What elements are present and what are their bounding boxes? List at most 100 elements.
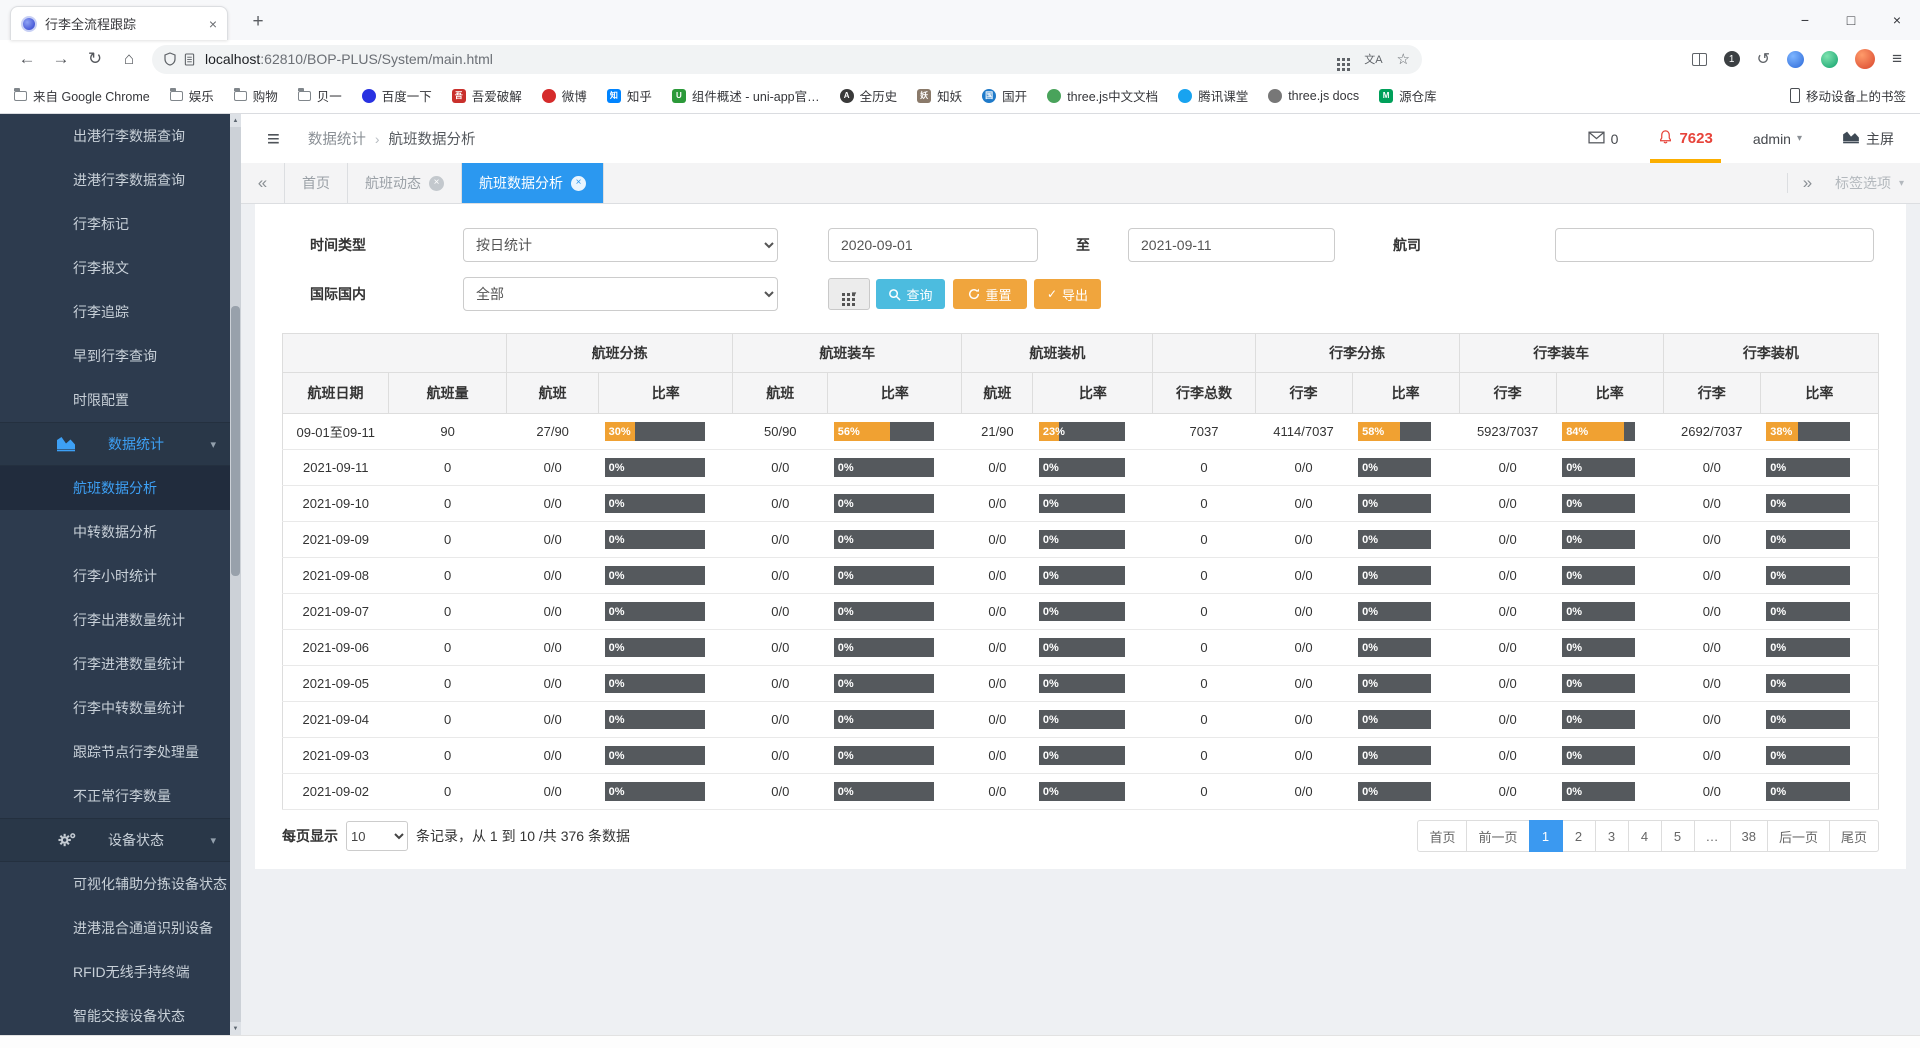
bookmark-item[interactable]: 百度一下 [362, 86, 432, 105]
export-button[interactable]: ✓ 导出 [1034, 279, 1101, 309]
sidebar-item-20[interactable]: 智能交接设备状态 [0, 994, 230, 1035]
page-button[interactable]: 尾页 [1829, 820, 1879, 852]
sidebar-scrollbar[interactable]: ▲ ▼ [230, 114, 241, 1035]
columns-toggle-button[interactable]: ▾ [828, 278, 870, 310]
scroll-down-arrow[interactable]: ▼ [230, 1022, 241, 1035]
extension-icon-green[interactable] [1821, 51, 1838, 68]
intl-domestic-select[interactable]: 全部 [463, 277, 778, 311]
bookmark-item[interactable]: three.js中文文档 [1047, 86, 1158, 105]
page-button[interactable]: 首页 [1417, 820, 1467, 852]
notification-badge[interactable]: 1 [1724, 51, 1740, 67]
page-button[interactable]: 1 [1529, 820, 1563, 852]
page-button[interactable]: 前一页 [1466, 820, 1529, 852]
search-button[interactable]: 查询 [876, 279, 945, 309]
back-button[interactable]: ← [10, 44, 44, 74]
page-button[interactable]: … [1694, 820, 1731, 852]
sidebar-section-16[interactable]: 设备状态▾ [0, 818, 230, 862]
tab-home[interactable]: 首页 [285, 163, 348, 203]
tab-close-icon[interactable]: × [571, 176, 586, 191]
sidebar-item-1[interactable]: 进港行李数据查询 [0, 158, 230, 202]
page-button[interactable]: 4 [1628, 820, 1662, 852]
bookmark-item[interactable]: 吾吾爱破解 [452, 86, 522, 105]
sidebar-item-15[interactable]: 不正常行李数量 [0, 774, 230, 818]
page-button[interactable]: 38 [1730, 820, 1768, 852]
scrollbar-thumb[interactable] [231, 306, 240, 576]
favorite-star-icon[interactable]: ☆ [1397, 50, 1410, 68]
bookmark-item[interactable]: 娱乐 [170, 86, 214, 105]
maximize-button[interactable]: □ [1828, 0, 1874, 40]
time-type-select[interactable]: 按日统计 [463, 228, 778, 262]
bookmark-item[interactable]: 来自 Google Chrome [14, 86, 150, 105]
bookmark-item[interactable]: 腾讯课堂 [1178, 86, 1248, 105]
breadcrumb-parent[interactable]: 数据统计 [308, 128, 366, 149]
bookmark-item[interactable]: three.js docs [1268, 89, 1359, 103]
extension-icon-blue[interactable] [1787, 51, 1804, 68]
sidebar-item-9[interactable]: 中转数据分析 [0, 510, 230, 554]
home-button[interactable]: ⌂ [112, 44, 146, 74]
main-screen-button[interactable]: 主屏 [1842, 114, 1894, 163]
sidebar-item-5[interactable]: 早到行李查询 [0, 334, 230, 378]
sidebar-section-7[interactable]: 数据统计▾ [0, 422, 230, 466]
bookmark-item[interactable]: 国国开 [982, 86, 1027, 105]
reload-button[interactable]: ↻ [78, 44, 112, 74]
sidebar-item-10[interactable]: 行李小时统计 [0, 554, 230, 598]
bookmark-item[interactable]: A全历史 [840, 86, 898, 105]
qr-code-icon[interactable] [1337, 58, 1340, 61]
sidebar-item-17[interactable]: 可视化辅助分拣设备状态 [0, 862, 230, 906]
date-from-input[interactable] [828, 228, 1038, 262]
browser-tab[interactable]: 行李全流程跟踪 × [10, 6, 228, 40]
tab-flight-data-analysis[interactable]: 航班数据分析× [462, 163, 604, 203]
page-button[interactable]: 后一页 [1767, 820, 1830, 852]
table-cell: 2692/7037 [1663, 414, 1760, 450]
bookmark-item[interactable]: 购物 [234, 86, 278, 105]
split-screen-icon[interactable] [1692, 53, 1707, 66]
sidebar-item-2[interactable]: 行李标记 [0, 202, 230, 246]
history-icon[interactable]: ↺ [1757, 49, 1770, 69]
reset-button[interactable]: 重置 [953, 279, 1027, 309]
tabs-scroll-right-button[interactable]: » [1787, 173, 1827, 193]
minimize-button[interactable]: − [1782, 0, 1828, 40]
translate-icon[interactable]: 文A [1364, 51, 1382, 67]
bookmark-item[interactable]: 微博 [542, 86, 587, 105]
bookmark-item[interactable]: 知知乎 [607, 86, 652, 105]
tab-options-button[interactable]: 标签选项 [1835, 173, 1891, 193]
new-tab-button[interactable]: + [244, 8, 272, 36]
sidebar-item-11[interactable]: 行李出港数量统计 [0, 598, 230, 642]
forward-button[interactable]: → [44, 44, 78, 74]
sidebar-item-3[interactable]: 行李报文 [0, 246, 230, 290]
user-menu[interactable]: admin ▾ [1753, 114, 1802, 163]
sidebar-item-18[interactable]: 进港混合通道识别设备 [0, 906, 230, 950]
tab-close-icon[interactable]: × [209, 16, 217, 32]
date-to-input[interactable] [1128, 228, 1335, 262]
tab-flight-dynamics[interactable]: 航班动态× [348, 163, 462, 203]
sidebar-item-8[interactable]: 航班数据分析 [0, 466, 230, 510]
sidebar-item-12[interactable]: 行李进港数量统计 [0, 642, 230, 686]
bookmark-item[interactable]: M源仓库 [1379, 86, 1437, 105]
url-text[interactable]: localhost:62810/BOP-PLUS/System/main.htm… [205, 51, 1329, 67]
bookmark-item[interactable]: 妖知妖 [917, 86, 962, 105]
scroll-up-arrow[interactable]: ▲ [230, 114, 241, 127]
sidebar-item-6[interactable]: 时限配置 [0, 378, 230, 422]
address-bar[interactable]: localhost:62810/BOP-PLUS/System/main.htm… [152, 45, 1422, 74]
bookmark-item[interactable]: 贝一 [298, 86, 342, 105]
sidebar-item-14[interactable]: 跟踪节点行李处理量 [0, 730, 230, 774]
per-page-select[interactable]: 10 [346, 821, 408, 851]
page-button[interactable]: 3 [1595, 820, 1629, 852]
bookmark-item[interactable]: U组件概述 - uni-app官… [672, 86, 820, 105]
notifications-button[interactable]: 7623 [1658, 114, 1712, 163]
profile-avatar[interactable] [1855, 49, 1875, 69]
sidebar-item-0[interactable]: 出港行李数据查询 [0, 114, 230, 158]
tabs-scroll-left-button[interactable]: « [241, 163, 285, 203]
close-button[interactable]: × [1874, 0, 1920, 40]
sidebar-item-19[interactable]: RFID无线手持终端 [0, 950, 230, 994]
page-button[interactable]: 5 [1661, 820, 1695, 852]
messages-button[interactable]: 0 [1588, 114, 1619, 163]
menu-toggle-icon[interactable]: ≡ [267, 126, 280, 152]
browser-menu-icon[interactable]: ≡ [1892, 49, 1902, 69]
page-button[interactable]: 2 [1562, 820, 1596, 852]
airline-input[interactable] [1555, 228, 1874, 262]
tab-close-icon[interactable]: × [429, 176, 444, 191]
mobile-bookmarks[interactable]: 移动设备上的书签 [1790, 86, 1906, 105]
sidebar-item-13[interactable]: 行李中转数量统计 [0, 686, 230, 730]
sidebar-item-4[interactable]: 行李追踪 [0, 290, 230, 334]
